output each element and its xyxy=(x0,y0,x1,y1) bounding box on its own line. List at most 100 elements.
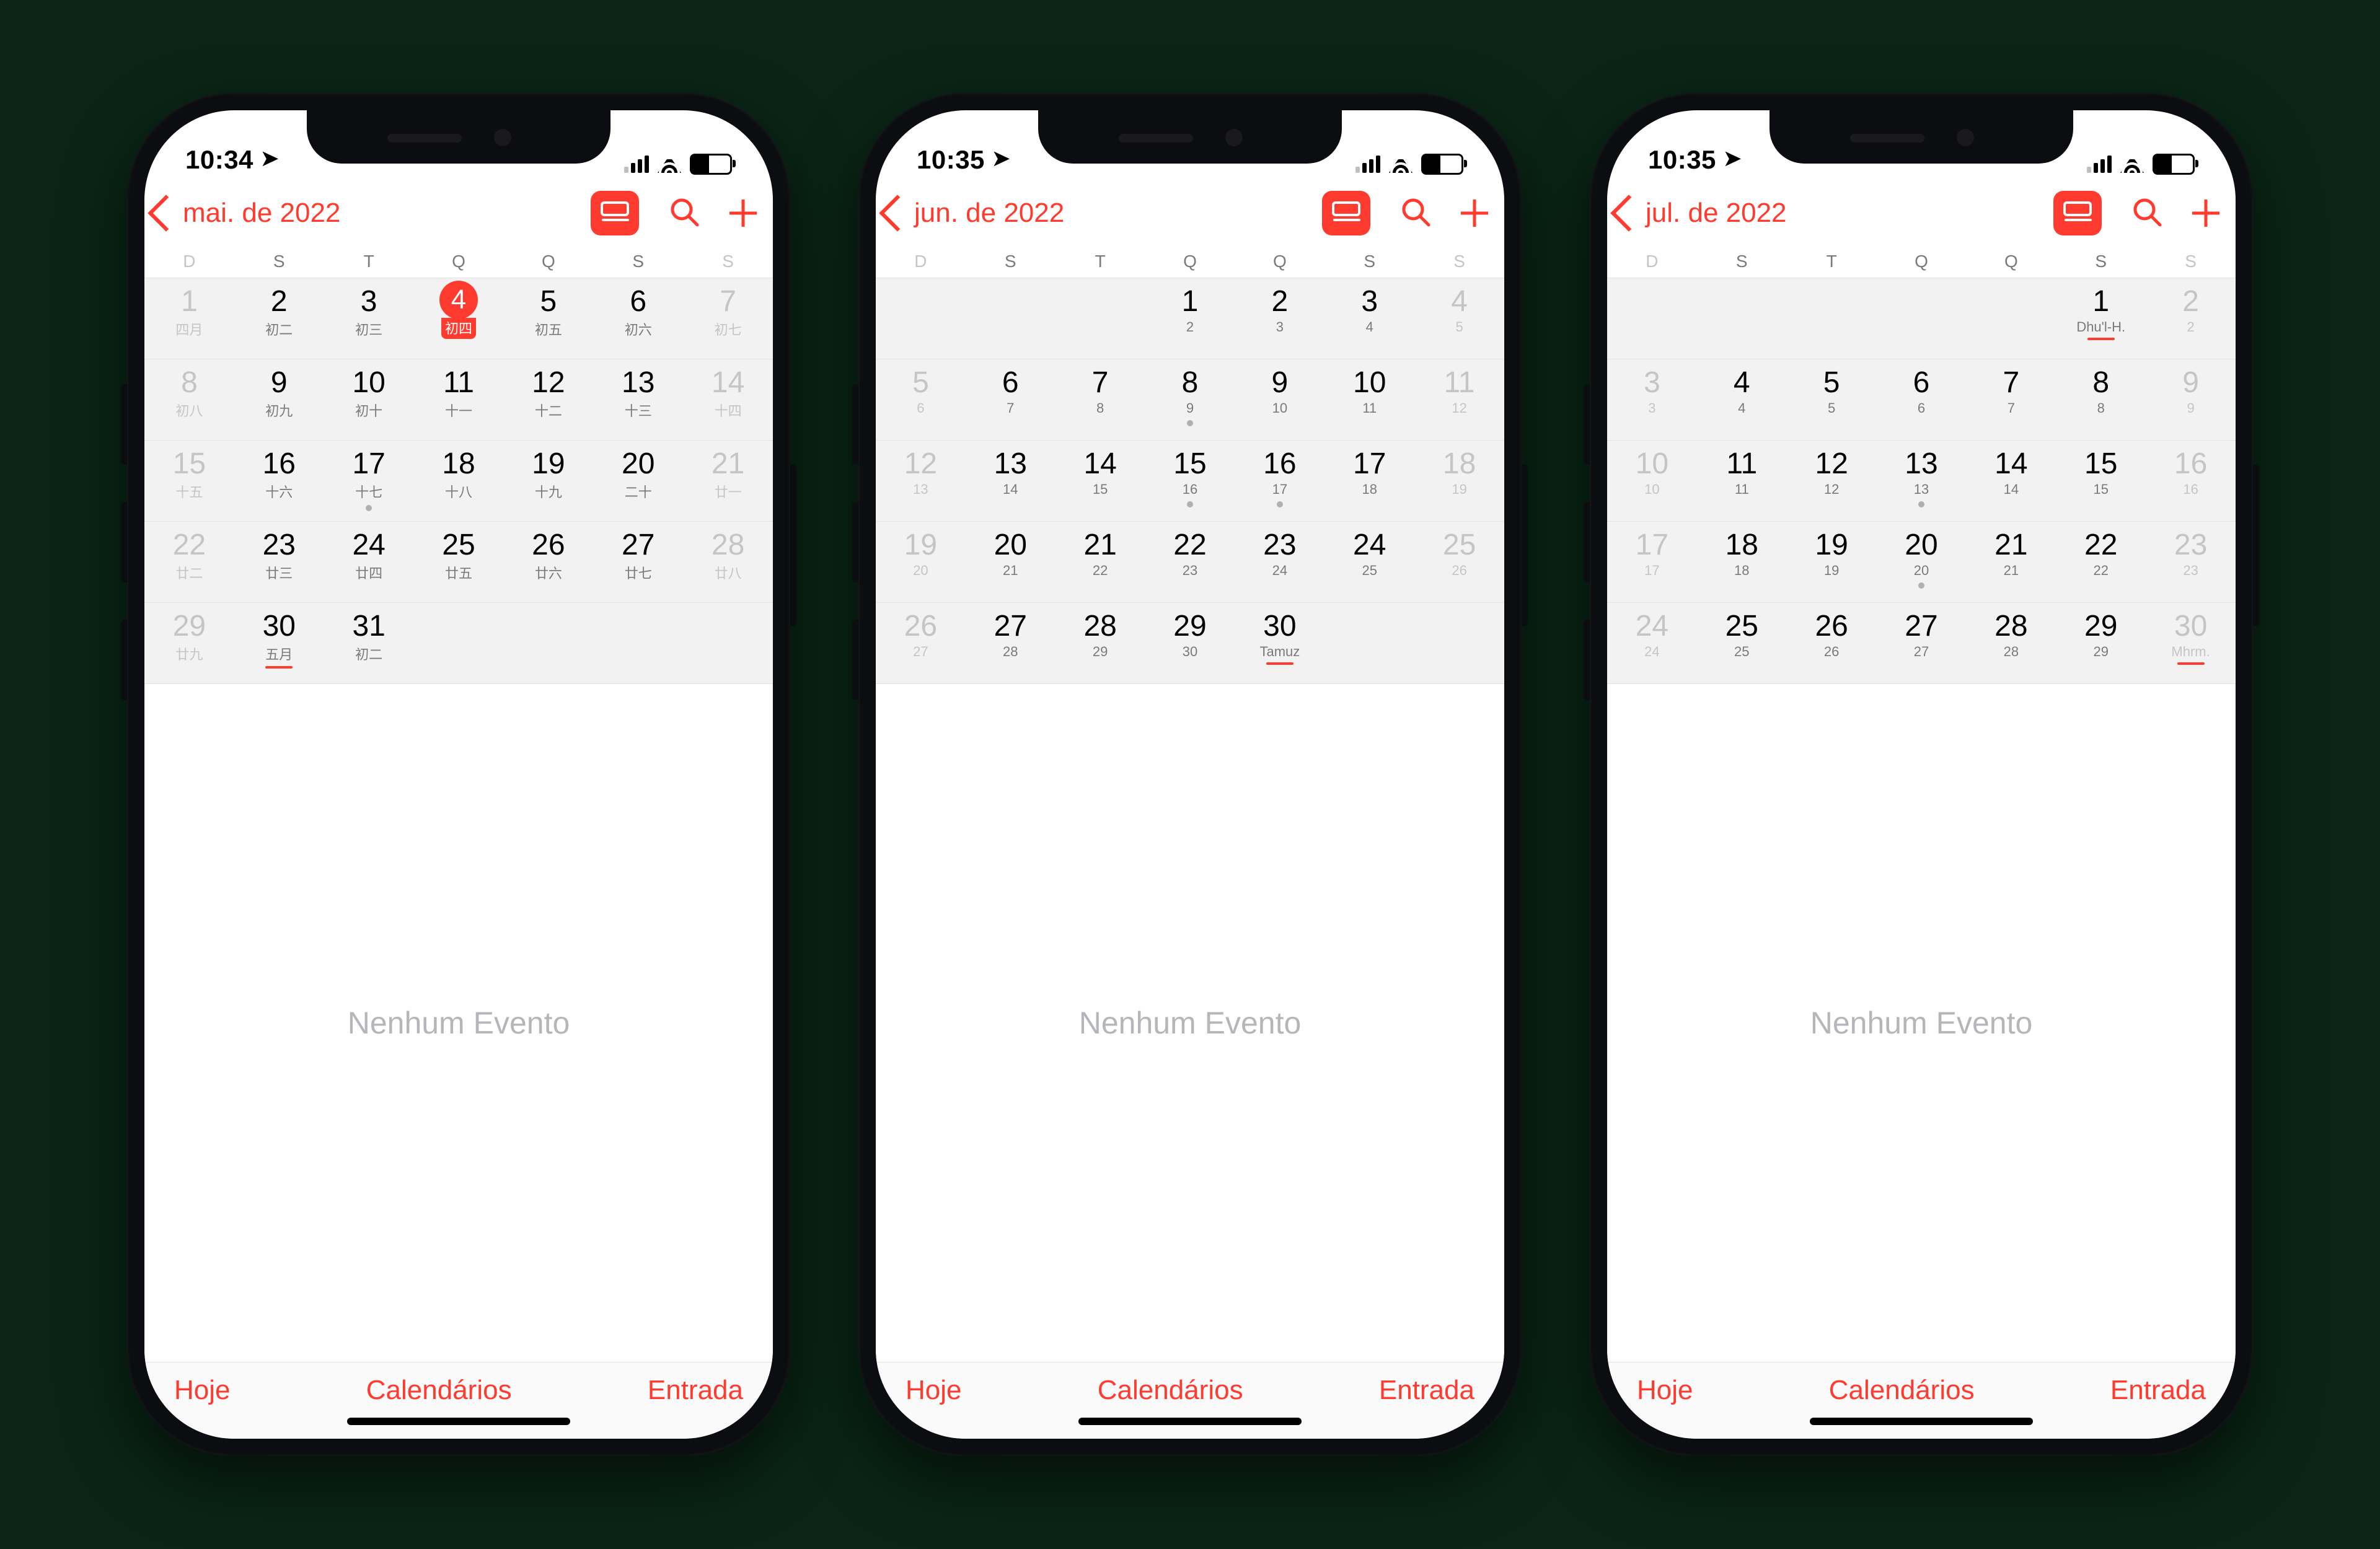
today-button[interactable]: Hoje xyxy=(906,1375,962,1406)
day-cell[interactable]: 15十五 xyxy=(144,441,234,521)
day-cell[interactable]: 78 xyxy=(1056,359,1145,440)
day-cell[interactable]: 1415 xyxy=(1056,441,1145,521)
day-cell[interactable]: 5初五 xyxy=(503,278,593,359)
day-cell[interactable]: 26廿六 xyxy=(503,522,593,602)
search-button[interactable] xyxy=(2131,196,2162,230)
day-cell[interactable]: 14十四 xyxy=(683,359,773,440)
day-cell[interactable]: 1919 xyxy=(1787,522,1877,602)
day-cell[interactable]: 2324 xyxy=(1235,522,1324,602)
day-cell[interactable]: 8初八 xyxy=(144,359,234,440)
list-view-button[interactable] xyxy=(1322,191,1370,235)
day-cell[interactable]: 29廿九 xyxy=(144,603,234,683)
day-cell[interactable]: 67 xyxy=(966,359,1056,440)
day-cell[interactable]: 10初十 xyxy=(324,359,414,440)
back-button[interactable]: jun. de 2022 xyxy=(884,198,1064,229)
day-cell[interactable]: 1819 xyxy=(1414,441,1504,521)
day-cell[interactable]: 2828 xyxy=(1966,603,2056,683)
day-cell[interactable]: 28廿八 xyxy=(683,522,773,602)
day-cell[interactable]: 16十六 xyxy=(234,441,324,521)
day-cell[interactable]: 23 xyxy=(1235,278,1324,359)
day-cell[interactable]: 22 xyxy=(2146,278,2236,359)
home-indicator[interactable] xyxy=(1078,1418,1302,1425)
day-cell[interactable]: 2728 xyxy=(966,603,1056,683)
day-cell[interactable]: 9初九 xyxy=(234,359,324,440)
day-cell[interactable]: 34 xyxy=(1324,278,1414,359)
day-cell[interactable]: 1314 xyxy=(966,441,1056,521)
day-cell[interactable]: 1515 xyxy=(2056,441,2146,521)
day-cell[interactable]: 2121 xyxy=(1966,522,2056,602)
day-cell[interactable]: 1011 xyxy=(1324,359,1414,440)
day-cell[interactable]: 1213 xyxy=(876,441,966,521)
day-cell[interactable]: 6初六 xyxy=(593,278,683,359)
today-button[interactable]: Hoje xyxy=(1637,1375,1693,1406)
back-button[interactable]: jul. de 2022 xyxy=(1616,198,1787,229)
day-cell[interactable]: 24廿四 xyxy=(324,522,414,602)
day-cell[interactable]: 2初二 xyxy=(234,278,324,359)
home-indicator[interactable] xyxy=(347,1418,570,1425)
day-cell[interactable]: 56 xyxy=(876,359,966,440)
day-cell[interactable]: 45 xyxy=(1414,278,1504,359)
inbox-button[interactable]: Entrada xyxy=(648,1375,743,1406)
day-cell[interactable]: 2223 xyxy=(1145,522,1235,602)
day-cell[interactable]: 77 xyxy=(1966,359,2056,440)
add-event-button[interactable] xyxy=(2192,200,2219,227)
list-view-button[interactable] xyxy=(2053,191,2102,235)
day-cell[interactable]: 20二十 xyxy=(593,441,683,521)
day-cell[interactable]: 1617 xyxy=(1235,441,1324,521)
search-button[interactable] xyxy=(1400,196,1431,230)
day-cell[interactable]: 1920 xyxy=(876,522,966,602)
day-cell[interactable]: 1717 xyxy=(1607,522,1697,602)
day-cell[interactable]: 2122 xyxy=(1056,522,1145,602)
home-indicator[interactable] xyxy=(1810,1418,2033,1425)
day-cell[interactable]: 1718 xyxy=(1324,441,1414,521)
day-cell[interactable]: 27廿七 xyxy=(593,522,683,602)
day-cell[interactable]: 44 xyxy=(1697,359,1787,440)
day-cell[interactable]: 1414 xyxy=(1966,441,2056,521)
calendars-button[interactable]: Calendários xyxy=(1829,1375,1975,1406)
day-cell[interactable]: 2627 xyxy=(876,603,966,683)
day-cell[interactable]: 12十二 xyxy=(503,359,593,440)
list-view-button[interactable] xyxy=(591,191,639,235)
day-cell[interactable]: 1313 xyxy=(1877,441,1967,521)
day-cell[interactable]: 1010 xyxy=(1607,441,1697,521)
day-cell[interactable]: 30Tamuz xyxy=(1235,603,1324,683)
day-cell[interactable]: 21廿一 xyxy=(683,441,773,521)
day-cell[interactable]: 25廿五 xyxy=(414,522,504,602)
day-cell[interactable]: 12 xyxy=(1145,278,1235,359)
day-cell[interactable]: 11十一 xyxy=(414,359,504,440)
day-cell[interactable]: 1616 xyxy=(2146,441,2236,521)
calendars-button[interactable]: Calendários xyxy=(366,1375,512,1406)
day-cell[interactable]: 2829 xyxy=(1056,603,1145,683)
day-cell[interactable]: 1818 xyxy=(1697,522,1787,602)
day-cell[interactable]: 17十七 xyxy=(324,441,414,521)
back-button[interactable]: mai. de 2022 xyxy=(153,198,340,229)
day-cell[interactable]: 2525 xyxy=(1697,603,1787,683)
day-cell[interactable]: 23廿三 xyxy=(234,522,324,602)
day-cell[interactable]: 910 xyxy=(1235,359,1324,440)
day-cell[interactable]: 89 xyxy=(1145,359,1235,440)
day-cell[interactable]: 2727 xyxy=(1877,603,1967,683)
day-cell[interactable]: 22廿二 xyxy=(144,522,234,602)
day-cell[interactable]: 1112 xyxy=(1414,359,1504,440)
day-cell[interactable]: 2222 xyxy=(2056,522,2146,602)
day-cell[interactable]: 99 xyxy=(2146,359,2236,440)
day-cell[interactable]: 3初三 xyxy=(324,278,414,359)
day-cell[interactable]: 88 xyxy=(2056,359,2146,440)
day-cell[interactable]: 2424 xyxy=(1607,603,1697,683)
day-cell[interactable]: 1111 xyxy=(1697,441,1787,521)
day-cell[interactable]: 1212 xyxy=(1787,441,1877,521)
day-cell[interactable]: 19十九 xyxy=(503,441,593,521)
day-cell[interactable]: 2626 xyxy=(1787,603,1877,683)
day-cell[interactable]: 55 xyxy=(1787,359,1877,440)
search-button[interactable] xyxy=(669,196,700,230)
day-cell[interactable]: 30五月 xyxy=(234,603,324,683)
day-cell[interactable]: 2021 xyxy=(966,522,1056,602)
day-cell[interactable]: 4初四 xyxy=(414,278,504,359)
day-cell[interactable]: 1516 xyxy=(1145,441,1235,521)
day-cell[interactable]: 2425 xyxy=(1324,522,1414,602)
day-cell[interactable]: 1Dhu'l-H. xyxy=(2056,278,2146,359)
day-cell[interactable]: 66 xyxy=(1877,359,1967,440)
inbox-button[interactable]: Entrada xyxy=(2110,1375,2206,1406)
today-button[interactable]: Hoje xyxy=(174,1375,231,1406)
day-cell[interactable]: 2930 xyxy=(1145,603,1235,683)
